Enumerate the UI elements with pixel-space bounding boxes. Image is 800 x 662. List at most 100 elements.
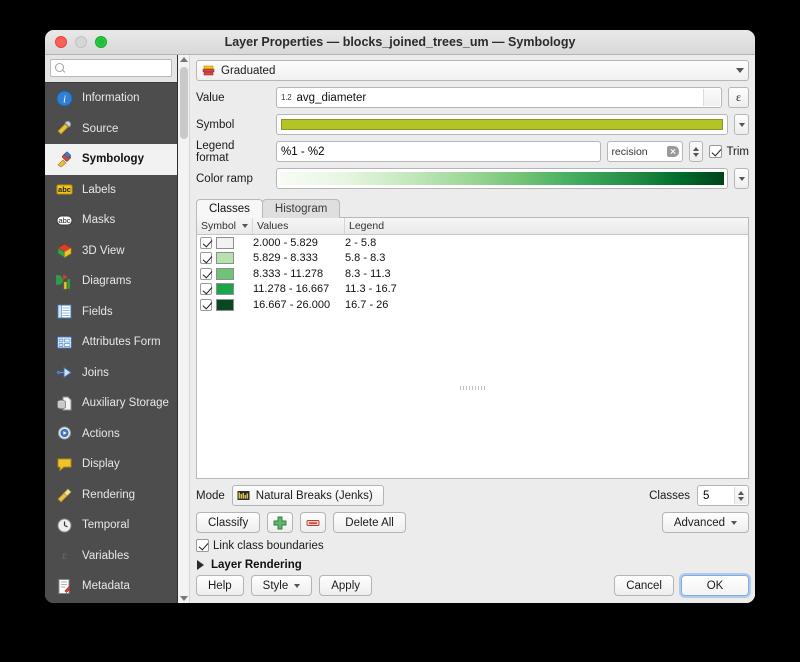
search-box[interactable] bbox=[50, 59, 172, 77]
value-dropdown-button[interactable] bbox=[703, 89, 720, 106]
scroll-up-icon[interactable] bbox=[179, 57, 188, 62]
layer-rendering-section[interactable]: Layer Rendering bbox=[196, 559, 749, 571]
clear-icon[interactable] bbox=[667, 146, 680, 157]
delete-all-button[interactable]: Delete All bbox=[333, 512, 406, 533]
legend-format-input[interactable]: %1 - %2 bbox=[276, 141, 602, 162]
row-legend-cell[interactable]: 5.8 - 8.3 bbox=[345, 252, 748, 264]
row-values-cell[interactable]: 16.667 - 26.000 bbox=[253, 299, 345, 311]
sidebar-item-diagrams[interactable]: Diagrams bbox=[45, 266, 177, 297]
table-row[interactable]: 5.829 - 8.333 5.8 - 8.3 bbox=[197, 251, 748, 267]
link-class-boundaries-checkbox[interactable] bbox=[196, 539, 209, 552]
row-color-swatch[interactable] bbox=[216, 252, 234, 265]
classes-spinner-arrows[interactable] bbox=[734, 487, 747, 504]
column-header-values[interactable]: Values bbox=[253, 218, 345, 234]
column-header-symbol[interactable]: Symbol bbox=[197, 218, 253, 234]
sidebar-item-display[interactable]: Display bbox=[45, 449, 177, 480]
row-color-swatch[interactable] bbox=[216, 283, 234, 296]
row-values-cell[interactable]: 2.000 - 5.829 bbox=[253, 237, 345, 249]
help-button[interactable]: Help bbox=[196, 575, 244, 596]
symbol-preview[interactable] bbox=[276, 114, 728, 135]
sidebar-item-actions[interactable]: Actions bbox=[45, 419, 177, 450]
mode-combo[interactable]: Natural Breaks (Jenks) bbox=[231, 485, 384, 506]
left-column: i Information Source Symbology abc Label… bbox=[45, 55, 178, 603]
color-ramp-preview[interactable] bbox=[276, 168, 728, 189]
sidebar-item-attributes-form[interactable]: Attributes Form bbox=[45, 327, 177, 358]
sidebar-item-masks[interactable]: abc Masks bbox=[45, 205, 177, 236]
table-row[interactable]: 8.333 - 11.278 8.3 - 11.3 bbox=[197, 266, 748, 282]
sidebar-item-variables[interactable]: ε Variables bbox=[45, 541, 177, 572]
renderer-type-combo[interactable]: Graduated bbox=[196, 60, 749, 81]
sidebar-item-fields[interactable]: Fields bbox=[45, 297, 177, 328]
precision-input[interactable]: recision bbox=[607, 141, 684, 162]
tab-classes[interactable]: Classes bbox=[196, 199, 263, 218]
close-button[interactable] bbox=[55, 36, 67, 48]
temporal-icon bbox=[55, 516, 74, 535]
row-color-swatch[interactable] bbox=[216, 236, 234, 249]
apply-button[interactable]: Apply bbox=[319, 575, 373, 596]
spinner-down-icon[interactable] bbox=[693, 152, 700, 157]
classes-spinner[interactable]: 5 bbox=[697, 485, 749, 506]
add-class-button[interactable] bbox=[267, 512, 294, 533]
row-values-cell[interactable]: 8.333 - 11.278 bbox=[253, 268, 345, 280]
row-legend-cell[interactable]: 8.3 - 11.3 bbox=[345, 268, 748, 280]
minimize-button[interactable] bbox=[75, 36, 87, 48]
auxiliary-storage-icon bbox=[55, 394, 74, 413]
expression-button[interactable]: ε bbox=[728, 87, 749, 108]
trim-checkbox[interactable] bbox=[709, 145, 723, 158]
sidebar-item-joins[interactable]: Joins bbox=[45, 358, 177, 389]
row-visibility-checkbox[interactable] bbox=[200, 298, 212, 311]
delete-class-button[interactable] bbox=[300, 512, 327, 533]
sidebar-item-information[interactable]: i Information bbox=[45, 83, 177, 114]
advanced-button[interactable]: Advanced bbox=[661, 512, 749, 533]
expand-collapse-triangle-icon[interactable] bbox=[197, 560, 204, 570]
panel-scrollbar[interactable] bbox=[178, 55, 190, 603]
column-header-legend[interactable]: Legend bbox=[345, 218, 748, 234]
zoom-button[interactable] bbox=[95, 36, 107, 48]
classify-button[interactable]: Classify bbox=[196, 512, 261, 533]
labels-icon: abc bbox=[55, 180, 74, 199]
sidebar-item-auxiliary-storage[interactable]: Auxiliary Storage bbox=[45, 388, 177, 419]
value-field[interactable]: 1.2 avg_diameter bbox=[276, 87, 722, 108]
sidebar-item-temporal[interactable]: Temporal bbox=[45, 510, 177, 541]
scroll-down-icon[interactable] bbox=[179, 596, 188, 601]
row-values-cell[interactable]: 11.278 - 16.667 bbox=[253, 283, 345, 295]
sidebar-item-symbology[interactable]: Symbology bbox=[45, 144, 177, 175]
table-row[interactable]: 2.000 - 5.829 2 - 5.8 bbox=[197, 235, 748, 251]
splitter-handle[interactable] bbox=[459, 386, 486, 390]
sidebar-item-source[interactable]: Source bbox=[45, 114, 177, 145]
link-class-boundaries-row[interactable]: Link class boundaries bbox=[196, 539, 749, 552]
precision-spinner[interactable] bbox=[689, 141, 704, 162]
ok-button[interactable]: OK bbox=[681, 575, 749, 596]
spinner-up-icon[interactable] bbox=[738, 490, 744, 495]
scrollbar-thumb[interactable] bbox=[180, 67, 188, 139]
cancel-button[interactable]: Cancel bbox=[614, 575, 674, 596]
symbol-dropdown-button[interactable] bbox=[734, 114, 749, 135]
tab-histogram[interactable]: Histogram bbox=[261, 199, 341, 218]
row-visibility-checkbox[interactable] bbox=[200, 236, 212, 249]
sidebar-item-metadata[interactable]: Metadata bbox=[45, 571, 177, 602]
table-row[interactable]: 16.667 - 26.000 16.7 - 26 bbox=[197, 297, 748, 313]
row-legend-cell[interactable]: 2 - 5.8 bbox=[345, 237, 748, 249]
sidebar-item-3d-view[interactable]: 3D View bbox=[45, 236, 177, 267]
row-visibility-checkbox[interactable] bbox=[200, 252, 212, 265]
spinner-down-icon[interactable] bbox=[738, 496, 744, 501]
search-input[interactable] bbox=[69, 61, 167, 75]
precision-text: recision bbox=[611, 145, 648, 158]
row-color-swatch[interactable] bbox=[216, 298, 234, 311]
row-visibility-checkbox[interactable] bbox=[200, 267, 212, 280]
trim-checkbox-row[interactable]: Trim bbox=[709, 145, 749, 158]
layer-rendering-label: Layer Rendering bbox=[211, 559, 302, 571]
advanced-label: Advanced bbox=[673, 516, 725, 529]
chevron-down-icon bbox=[731, 520, 737, 525]
row-visibility-checkbox[interactable] bbox=[200, 283, 212, 296]
row-legend-cell[interactable]: 11.3 - 16.7 bbox=[345, 283, 748, 295]
sidebar-item-labels[interactable]: abc Labels bbox=[45, 175, 177, 206]
spinner-up-icon[interactable] bbox=[693, 146, 700, 151]
table-row[interactable]: 11.278 - 16.667 11.3 - 16.7 bbox=[197, 282, 748, 298]
row-values-cell[interactable]: 5.829 - 8.333 bbox=[253, 252, 345, 264]
style-button[interactable]: Style bbox=[250, 575, 313, 596]
row-legend-cell[interactable]: 16.7 - 26 bbox=[345, 299, 748, 311]
row-color-swatch[interactable] bbox=[216, 267, 234, 280]
color-ramp-dropdown-button[interactable] bbox=[734, 168, 749, 189]
sidebar-item-rendering[interactable]: Rendering bbox=[45, 480, 177, 511]
